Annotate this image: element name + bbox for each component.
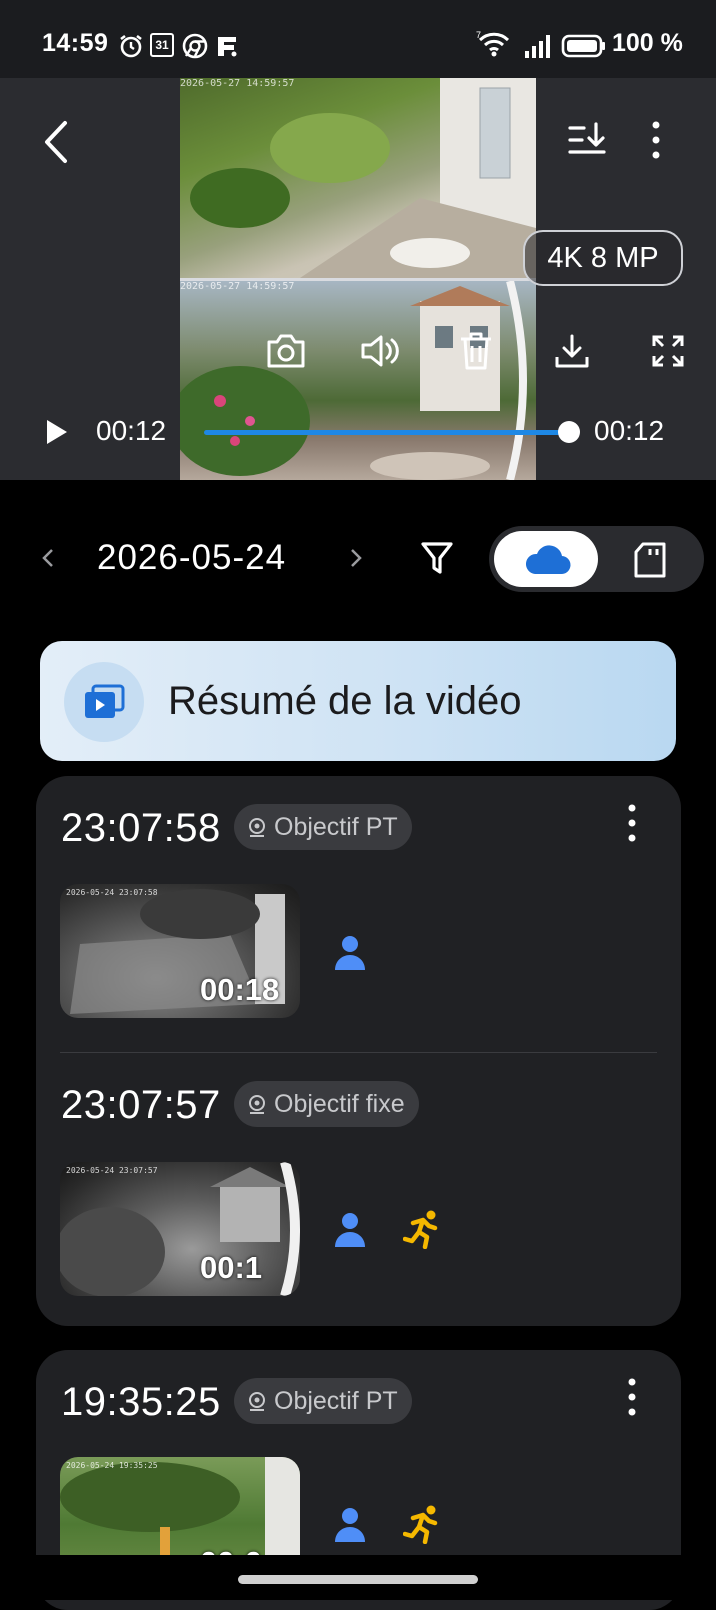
event-time[interactable]: 19:35:25 xyxy=(61,1380,221,1425)
thumb-duration: 00:18 xyxy=(200,972,280,1007)
running-icon xyxy=(402,1208,446,1250)
sd-card-icon[interactable] xyxy=(630,540,670,580)
camera-feed-bottom: 2026-05-27 14:59:57 xyxy=(180,281,536,480)
video-stack-icon xyxy=(82,682,126,722)
thumb-timestamp: 2026-05-24 23:07:57 xyxy=(66,1166,158,1175)
feed-timestamp: 2026-05-27 14:59:57 xyxy=(180,78,295,89)
event-thumbnail[interactable]: 2026-05-24 23:07:57 00:1 xyxy=(60,1162,300,1296)
app-f-icon xyxy=(214,33,240,59)
running-icon xyxy=(402,1503,446,1545)
speaker-icon[interactable] xyxy=(358,330,404,372)
lens-badge: Objectif PT xyxy=(234,804,412,850)
alarm-icon xyxy=(118,33,144,59)
lens-label: Objectif PT xyxy=(274,812,398,841)
camera-feed-top: 2026-05-27 14:59:57 xyxy=(180,78,536,278)
chevron-right-icon[interactable] xyxy=(346,544,366,572)
thumb-timestamp: 2026-05-24 19:35:25 xyxy=(66,1461,158,1470)
event-thumbnail[interactable]: 2026-05-24 23:07:58 00:18 xyxy=(60,884,300,1018)
person-icon xyxy=(332,933,368,973)
person-icon xyxy=(332,1210,368,1250)
person-icon xyxy=(332,1505,368,1545)
current-time: 00:12 xyxy=(96,415,167,446)
camera-icon[interactable] xyxy=(263,330,309,372)
cloud-icon[interactable] xyxy=(520,542,574,578)
battery-icon xyxy=(561,33,607,59)
event-time[interactable]: 23:07:57 xyxy=(61,1083,221,1128)
status-time: 14:59 xyxy=(42,29,109,57)
trash-icon[interactable] xyxy=(456,330,496,372)
fixed-camera-icon xyxy=(249,1095,265,1114)
quality-badge[interactable]: 4K 8 MP xyxy=(523,230,683,286)
lens-badge: Objectif PT xyxy=(234,1378,412,1424)
card-divider xyxy=(60,1052,657,1053)
date-label[interactable]: 2026-05-24 xyxy=(97,538,286,578)
lens-label: Objectif fixe xyxy=(274,1089,405,1118)
calendar-icon: 31 xyxy=(150,33,174,57)
progress-knob[interactable] xyxy=(558,421,580,443)
lens-label: Objectif PT xyxy=(274,1386,398,1415)
progress-bar[interactable] xyxy=(204,430,570,435)
summary-label: Résumé de la vidéo xyxy=(168,679,522,723)
lens-badge: Objectif fixe xyxy=(234,1081,419,1127)
fullscreen-icon[interactable] xyxy=(648,330,688,372)
download-icon[interactable] xyxy=(552,330,592,372)
chrome-icon xyxy=(182,33,208,59)
filter-icon[interactable] xyxy=(418,538,456,578)
event-more-icon[interactable] xyxy=(620,800,644,846)
total-time: 00:12 xyxy=(594,415,665,446)
thumb-duration: 00:1 xyxy=(200,1250,263,1285)
wifi-icon: 7 xyxy=(476,30,512,58)
feed-timestamp-bottom: 2026-05-27 14:59:57 xyxy=(180,281,295,292)
battery-percent: 100 % xyxy=(612,29,683,57)
event-more-icon[interactable] xyxy=(620,1374,644,1420)
svg-text:7: 7 xyxy=(476,30,481,40)
play-icon[interactable] xyxy=(40,414,72,450)
chevron-left-icon[interactable] xyxy=(38,544,58,572)
signal-icon xyxy=(523,33,553,59)
ptz-camera-icon xyxy=(249,1392,265,1411)
event-time[interactable]: 23:07:58 xyxy=(61,806,221,851)
thumb-timestamp: 2026-05-24 23:07:58 xyxy=(66,888,158,897)
more-vertical-icon[interactable] xyxy=(644,118,668,162)
ptz-camera-icon xyxy=(249,818,265,837)
back-arrow-icon[interactable] xyxy=(36,112,76,172)
sort-download-icon[interactable] xyxy=(564,118,608,162)
home-indicator[interactable] xyxy=(238,1575,478,1584)
